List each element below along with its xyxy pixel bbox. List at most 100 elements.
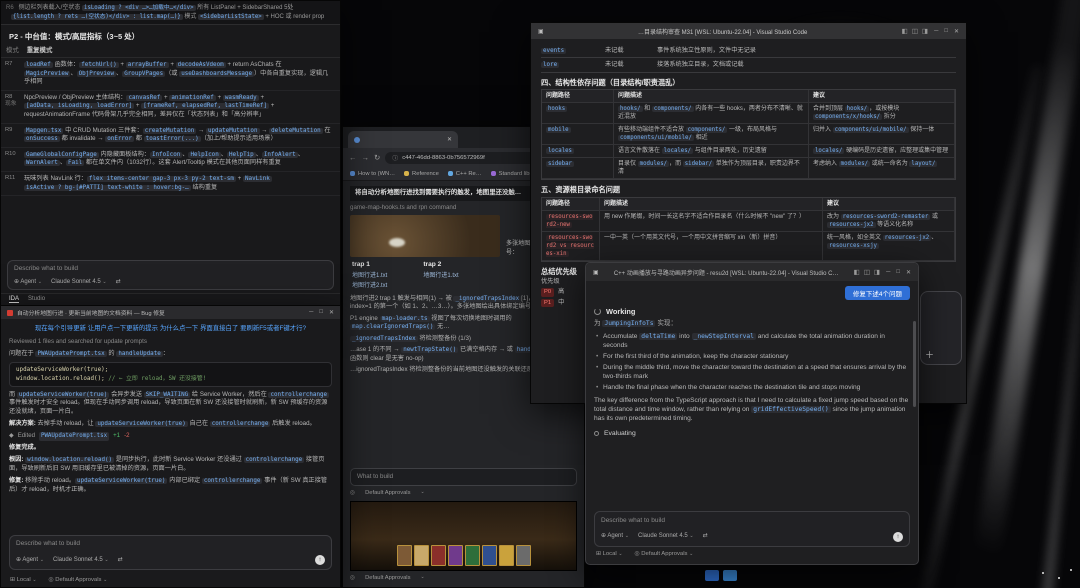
workspace-dropdown[interactable]: ⊞ Local ⌄ <box>596 550 623 559</box>
wallpaper-light-streak <box>964 0 1080 588</box>
chat-transcript: 现在每个引导更新 让用户点一下更新的提示 为什么点一下 界面直接白了 要刷新F5… <box>1 319 340 575</box>
close-icon[interactable]: ✕ <box>906 269 911 276</box>
chat-input[interactable]: Describe what to build ⊕ Agent ⌄ Claude … <box>7 260 334 290</box>
bullet-item: Accumulate deltaTime into _newStepInterv… <box>594 332 910 350</box>
trap-file-link[interactable]: 地图行进1.txt <box>352 272 387 281</box>
trap-file-link[interactable]: 地图行进1.txt <box>423 272 458 281</box>
shield-icon: ◎ <box>350 490 356 496</box>
session-footer: ⊞ Local ⌄ ◎ Default Approvals ⌄ <box>1 575 340 587</box>
tab-ida[interactable]: IDA <box>9 296 20 303</box>
layout-panel-icon[interactable]: ◫ <box>912 27 918 35</box>
taskbar-window-fragment[interactable] <box>723 570 737 581</box>
approvals-row[interactable]: ◎ Default Approvals ⌄ <box>350 489 577 498</box>
reload-icon[interactable]: ↻ <box>374 153 380 162</box>
layout-sidebar-icon[interactable]: ◧ <box>902 27 908 35</box>
minimize-icon[interactable]: ─ <box>934 28 938 35</box>
layout-panel-icon[interactable]: ◫ <box>864 268 870 276</box>
chat-input[interactable]: Describe what to build ⊕ Agent ⌄ Claude … <box>594 511 910 547</box>
model-dropdown[interactable]: Claude Sonnet 4.5 ⌄ <box>53 556 109 565</box>
bookmark-favicon <box>490 171 496 176</box>
section-heading: 五、资源根目录命名问题 <box>541 185 621 195</box>
bullet-item: During the middle third, move the charac… <box>594 363 910 381</box>
wallpaper-speck <box>1070 569 1072 571</box>
bookmark-item[interactable]: C++ Re… <box>447 171 482 177</box>
forward-icon[interactable]: → <box>362 153 370 162</box>
scrollbar[interactable] <box>913 321 916 407</box>
trap2-column: trap 2 地图行进1.txt <box>423 261 459 281</box>
edited-file-row[interactable]: ◆ Edited PWAUpdatePrompt.tsx +1 -2 <box>9 432 332 441</box>
agent-dropdown[interactable]: ⊕ Agent ⌄ <box>16 556 44 565</box>
title-bar[interactable]: 自动分析地图行进 · 更新当前地图的文档资料 — Bug 修复 ─ □ ✕ <box>1 306 340 319</box>
unit-portrait <box>481 544 497 566</box>
pattern-summary-strip: R6 侧边栏列表载入/空状态 isLoading ? <div …>…加载中…</… <box>1 1 340 25</box>
tools-icon[interactable]: ⇄ <box>703 532 708 541</box>
code-block: updateServiceWorker(true); window.locatio… <box>9 362 332 388</box>
approvals-dropdown[interactable]: ◎ Default Approvals ⌄ <box>49 577 108 583</box>
bookmark-favicon <box>447 171 453 176</box>
session-footer: ⊞ Local ⌄ ◎ Default Approvals ⌄ <box>594 547 910 559</box>
model-dropdown[interactable]: Claude Sonnet 4.5 ⌄ <box>638 532 694 541</box>
layout-secondary-icon[interactable]: ◨ <box>874 268 880 276</box>
back-icon[interactable]: ← <box>349 153 357 162</box>
title-bar[interactable]: ▣ C++ 动画播放与寻路动画异步问题 - resu2d [WSL: Ubunt… <box>586 263 918 281</box>
layout-secondary-icon[interactable]: ◨ <box>922 27 928 35</box>
pattern-row: R8 现象 NpcPreview / ObjPreview 主体结构： canvas… <box>1 91 340 124</box>
chat-input[interactable]: What to build <box>350 467 577 486</box>
bullet-item: Handle the final phase when the characte… <box>594 383 910 392</box>
user-message: 现在每个引导更新 让用户点一下更新的提示 为什么点一下 界面直接白了 要刷新F5… <box>34 325 307 332</box>
section-row: 模式 重复模式 <box>6 47 53 54</box>
chat-input[interactable]: Describe what to build ⊕ Agent ⌄ Claude … <box>9 535 332 570</box>
fix-issues-button[interactable]: 修复下述4个问题 <box>844 286 910 300</box>
map-highlight <box>389 238 405 248</box>
bookmark-favicon <box>404 171 410 176</box>
add-context-icon[interactable]: ＋ <box>925 351 934 360</box>
browser-tab[interactable]: ✕ <box>348 131 458 148</box>
tab-close-icon[interactable]: ✕ <box>447 136 452 143</box>
title-bar[interactable]: ▣ …目录结构审查 M31 [WSL: Ubuntu-22.04] - Visu… <box>531 23 966 39</box>
bookmark-item[interactable]: How to (WN… <box>350 171 395 177</box>
close-icon[interactable]: ✕ <box>329 309 334 316</box>
structure-issues-table: 问题路径 问题描述 建议 hooks hooks/ 和 components/ … <box>541 89 956 181</box>
assistant-text: 而 updateServiceWorker(true) 会异步发送 SKIP_W… <box>9 390 330 415</box>
close-icon[interactable]: ✕ <box>954 28 959 35</box>
maximize-icon[interactable]: □ <box>896 269 900 276</box>
send-button[interactable]: ↑ <box>893 531 903 542</box>
minimize-icon[interactable]: ─ <box>309 309 313 316</box>
trap1-column: trap 1 地图行进1.txt 地图行进2.txt <box>352 261 388 291</box>
minimize-icon[interactable]: ─ <box>886 269 890 276</box>
pattern-row: R9 Mapgen.tsx 中 CRUD Mutation 三件套： create… <box>1 124 340 148</box>
window-title: 自动分析地图行进 · 更新当前地图的文档资料 — Bug 修复 <box>17 311 165 317</box>
approvals-dropdown[interactable]: ◎ Default Approvals ⌄ <box>635 550 694 559</box>
assistant-text: 修复: 移除手动 reload。 updateServiceWorker(true… <box>9 477 328 493</box>
tab-studio[interactable]: Studio <box>28 296 45 303</box>
approvals-row[interactable]: ◎ Default Approvals ⌄ <box>350 574 577 583</box>
shield-icon: ◎ <box>350 574 356 581</box>
unit-portrait <box>515 544 531 566</box>
tools-icon[interactable]: ⇄ <box>118 556 123 565</box>
diff-removed: -2 <box>124 432 130 440</box>
tools-icon[interactable]: ⇄ <box>116 278 121 285</box>
send-button[interactable]: ↑ <box>315 555 325 565</box>
trap-file-link[interactable]: 地图行进2.txt <box>352 282 387 291</box>
maximize-icon[interactable]: □ <box>944 28 948 35</box>
map-screenshot-thumbnail[interactable] <box>350 215 500 257</box>
site-info-icon[interactable]: ⓘ <box>392 153 398 162</box>
pattern-row: R11 玩味列表 NavLink 行： flex items-center gap… <box>1 172 340 197</box>
chat-input-fragment[interactable]: ＋ <box>920 291 962 365</box>
layout-sidebar-icon[interactable]: ◧ <box>854 268 860 276</box>
chat-panel: 修复下述4个问题 Working 为 JumpingInfoTs 实现： Acc… <box>586 281 918 564</box>
bookmark-item[interactable]: Reference <box>404 171 439 177</box>
agent-dropdown[interactable]: ⊕ Agent ⌄ <box>14 278 42 285</box>
agent-dropdown[interactable]: ⊕ Agent ⌄ <box>601 532 629 541</box>
maximize-icon[interactable]: □ <box>319 309 323 316</box>
unit-portrait <box>430 544 446 566</box>
wallpaper-speck <box>1042 572 1044 574</box>
workspace-dropdown[interactable]: ⊞ Local ⌄ <box>10 577 37 583</box>
unit-portrait <box>498 544 514 566</box>
edit-icon: ◆ <box>9 432 14 440</box>
diff-added: +1 <box>113 432 121 440</box>
model-dropdown[interactable]: Claude Sonnet 4.5 ⌄ <box>51 279 107 285</box>
status-dot-icon <box>594 431 599 437</box>
taskbar-window-fragment[interactable] <box>705 570 719 581</box>
vscode-logo-icon: ▣ <box>538 28 544 35</box>
